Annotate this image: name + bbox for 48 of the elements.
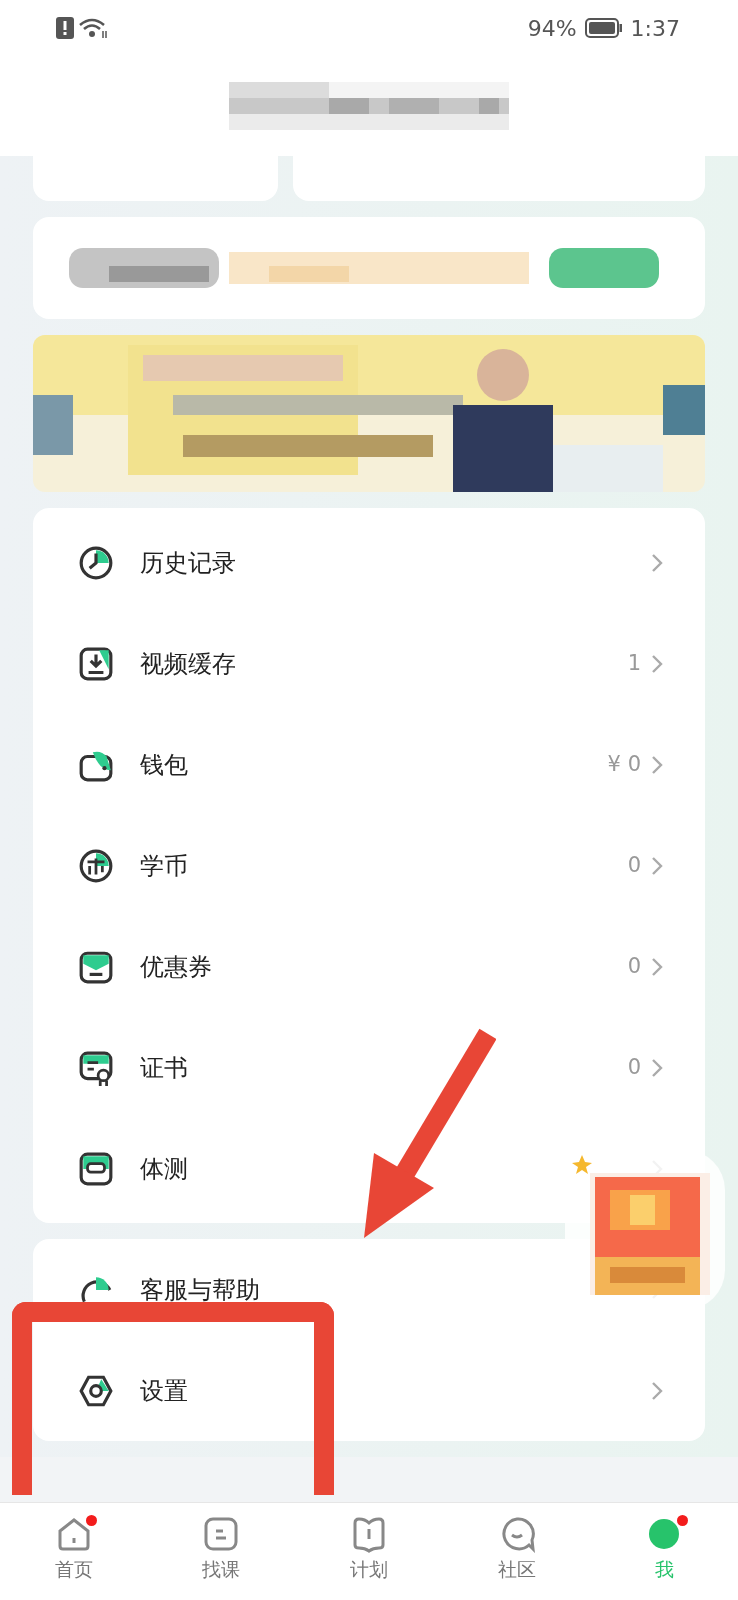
chevron-icon bbox=[651, 552, 663, 573]
menu-label: 学币 bbox=[140, 850, 189, 882]
menu-label: 优惠券 bbox=[140, 951, 213, 983]
alert-icon bbox=[56, 17, 74, 39]
coin-icon bbox=[78, 847, 114, 884]
clock-time: 1:37 bbox=[630, 14, 680, 43]
tab-label: 首页 bbox=[54, 1559, 93, 1580]
chevron-icon bbox=[651, 956, 663, 977]
menu-item[interactable]: 设置 bbox=[33, 1340, 705, 1441]
wifi-icon bbox=[78, 17, 108, 39]
menu-label: 客服与帮助 bbox=[140, 1274, 261, 1306]
menu-label: 钱包 bbox=[140, 749, 189, 781]
menu-label: 历史记录 bbox=[140, 547, 237, 579]
menu-label: 证书 bbox=[140, 1052, 189, 1084]
clock-icon bbox=[78, 544, 114, 581]
menu-item[interactable]: 视频缓存 1 bbox=[33, 613, 705, 714]
tab-item[interactable]: 社区 bbox=[442, 1503, 591, 1600]
menu-value: ¥ 0 bbox=[607, 750, 641, 778]
battery-icon bbox=[584, 18, 623, 38]
menu-value: 1 bbox=[627, 649, 641, 677]
menu-label: 体测 bbox=[140, 1153, 189, 1185]
chevron-icon bbox=[651, 1057, 663, 1078]
chevron-icon bbox=[651, 653, 663, 674]
tab-label: 我 bbox=[654, 1559, 674, 1580]
menu-value: 0 bbox=[627, 851, 641, 879]
tab-item[interactable]: 找课 bbox=[147, 1503, 296, 1600]
battery-level: 94% bbox=[527, 14, 577, 43]
tab-label: 计划 bbox=[350, 1559, 388, 1580]
tab-label: 社区 bbox=[497, 1559, 536, 1580]
chevron-icon bbox=[651, 1380, 663, 1401]
screen-icon bbox=[78, 1150, 114, 1187]
chevron-icon bbox=[651, 855, 663, 876]
menu-item[interactable]: 优惠券 0 bbox=[33, 916, 705, 1017]
download-icon bbox=[78, 645, 114, 682]
menu-label: 视频缓存 bbox=[140, 648, 237, 680]
menu-item[interactable]: 钱包 ¥ 0 bbox=[33, 714, 705, 815]
menu-label: 设置 bbox=[140, 1375, 189, 1407]
menu-item[interactable]: 证书 0 bbox=[33, 1017, 705, 1118]
menu-value: 0 bbox=[627, 952, 641, 980]
tab-item[interactable]: 首页 bbox=[0, 1503, 148, 1600]
square-icon bbox=[202, 1515, 241, 1553]
menu-item[interactable]: 历史记录 bbox=[33, 512, 705, 613]
menu-value: 0 bbox=[627, 1053, 641, 1081]
chevron-icon bbox=[651, 754, 663, 775]
certificate-icon bbox=[78, 1049, 114, 1086]
menu-item[interactable]: 学币 0 bbox=[33, 815, 705, 916]
tab-item[interactable]: 计划 bbox=[295, 1503, 443, 1600]
tab-label: 找课 bbox=[202, 1559, 241, 1580]
